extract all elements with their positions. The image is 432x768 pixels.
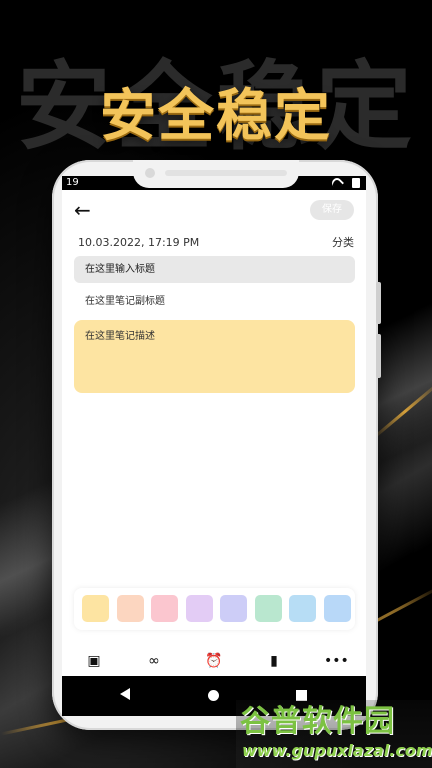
wifi-icon [329, 176, 345, 191]
category-button[interactable]: 分类 [332, 234, 354, 252]
alarm-icon[interactable]: ⏰ [204, 651, 224, 671]
bookmark-icon[interactable]: ▮ [264, 651, 284, 671]
headline: 安全稳定 [100, 84, 332, 149]
add-image-icon[interactable]: ▣ [84, 651, 104, 671]
watermark-title: 谷普软件园 [240, 704, 395, 739]
color-swatch[interactable] [254, 595, 282, 622]
watermark-url: www.gupuxlazal.com [242, 741, 432, 760]
back-arrow-icon[interactable]: ← [74, 200, 96, 220]
description-input[interactable]: 在这里笔记描述 [74, 320, 355, 393]
status-icons [329, 176, 360, 191]
color-swatch[interactable] [185, 595, 213, 622]
nav-home-icon[interactable] [208, 690, 219, 701]
phone-screen: 19 ← 保存 10.03.2022, 17:19 PM 分类 在这里输入标题 … [62, 176, 366, 716]
watermark: 谷普软件园 www.gupuxlazal.com [236, 700, 432, 768]
phone-side-button [376, 282, 381, 324]
phone-side-button [376, 334, 381, 378]
front-camera [145, 168, 155, 178]
earpiece-speaker [165, 170, 287, 176]
color-swatch[interactable] [151, 595, 178, 622]
title-input[interactable]: 在这里输入标题 [74, 256, 355, 283]
note-date: 10.03.2022, 17:19 PM [78, 236, 200, 249]
editor-top-bar: ← 保存 [62, 192, 366, 228]
note-meta-row: 10.03.2022, 17:19 PM 分类 [62, 234, 366, 252]
subtitle-input[interactable]: 在这里笔记副标题 [74, 290, 355, 314]
battery-icon [352, 178, 360, 188]
bottom-toolbar: ▣ ∞ ⏰ ▮ ••• [62, 646, 366, 676]
color-swatch[interactable] [289, 595, 316, 622]
save-button[interactable]: 保存 [310, 200, 354, 220]
status-time: 19 [66, 177, 79, 188]
color-picker [74, 588, 355, 630]
color-swatch[interactable] [82, 595, 109, 622]
color-swatch[interactable] [220, 595, 247, 622]
color-swatch[interactable] [116, 595, 144, 622]
more-icon[interactable]: ••• [324, 651, 349, 671]
nav-back-icon[interactable] [120, 688, 130, 700]
color-swatch[interactable] [323, 595, 351, 622]
add-link-icon[interactable]: ∞ [144, 651, 164, 671]
